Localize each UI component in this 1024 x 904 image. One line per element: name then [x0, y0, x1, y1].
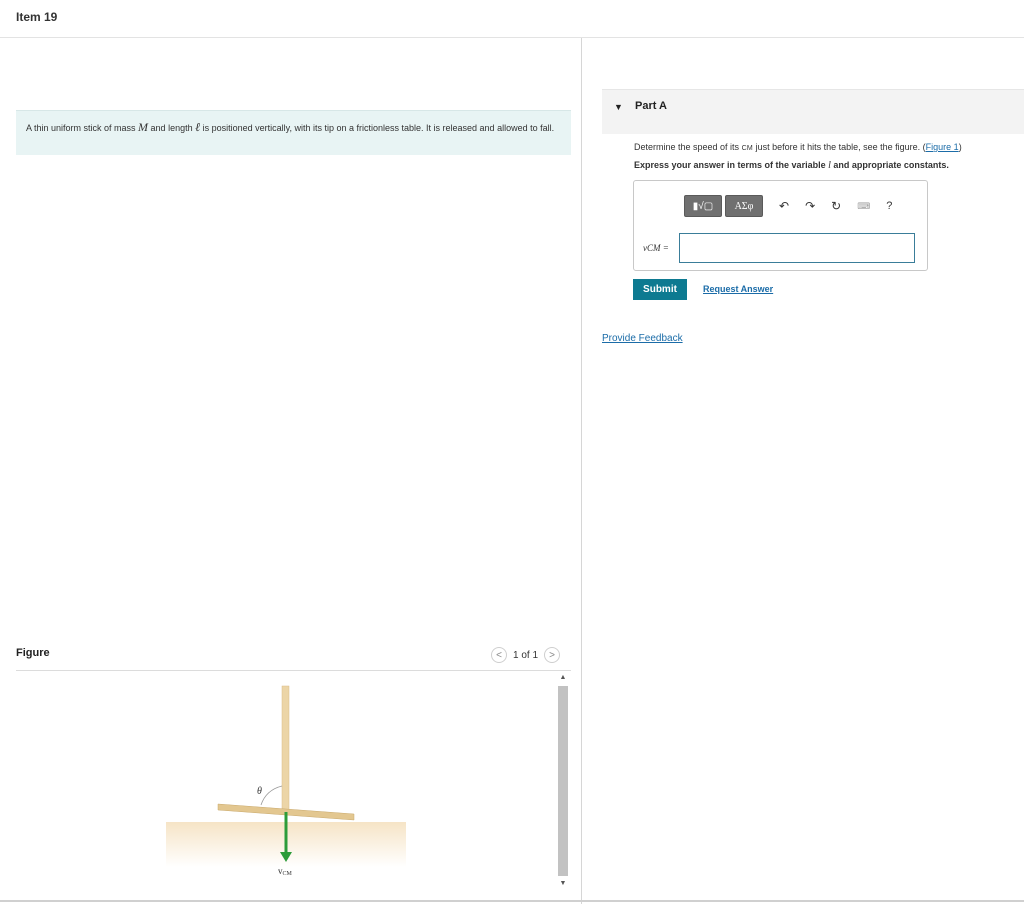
figure-page-count: 1 of 1 — [513, 649, 539, 661]
question-part: just before it hits the table, see the f… — [753, 142, 926, 152]
vcm-label: vCM = — [643, 243, 669, 253]
question-part: Determine the speed of its — [634, 142, 742, 152]
express-part: and appropriate constants. — [830, 160, 949, 170]
submit-button[interactable]: Submit — [633, 279, 687, 300]
scroll-down-arrow-icon[interactable]: ▼ — [557, 878, 569, 890]
next-figure-button[interactable]: > — [544, 647, 561, 663]
reset-icon[interactable]: ↻ — [831, 199, 841, 213]
problem-statement: A thin uniform stick of mass M and lengt… — [16, 110, 571, 155]
figure-divider — [16, 670, 571, 671]
item-title: Item 19 — [16, 10, 58, 24]
vertical-stick — [281, 685, 290, 815]
mass-variable: M — [138, 120, 149, 134]
math-toolbar: ▮√▢ ΑΣφ ↶ ↷ ↻ ⌨ ? — [684, 195, 892, 217]
question-part: ) — [958, 142, 962, 152]
question-text: Determine the speed of its CM just befor… — [634, 142, 962, 152]
caret-down-icon[interactable]: ▼ — [614, 102, 623, 112]
velocity-label: vCM — [278, 866, 293, 877]
part-a-header[interactable]: ▼ Part A — [602, 89, 1024, 134]
pane-divider[interactable] — [581, 38, 582, 904]
request-answer-link[interactable]: Request Answer — [703, 284, 773, 294]
problem-text: A thin uniform stick of mass — [26, 123, 139, 133]
bottom-border — [0, 900, 1024, 902]
templates-button[interactable]: ▮√▢ — [684, 195, 722, 217]
figure-scrollbar[interactable]: ▲ ▼ — [557, 672, 569, 892]
help-icon[interactable]: ? — [886, 200, 892, 212]
symbols-button[interactable]: ΑΣφ — [725, 195, 763, 217]
figure-pager: < 1 of 1 > — [491, 647, 561, 663]
keyboard-icon[interactable]: ⌨ — [857, 201, 870, 212]
cm-abbrev: CM — [741, 145, 754, 152]
answer-box: ▮√▢ ΑΣφ ↶ ↷ ↻ ⌨ ? vCM = — [633, 180, 928, 271]
header: Item 19 — [0, 0, 1024, 38]
figure-1-link[interactable]: Figure 1 — [926, 142, 959, 152]
angle-label: θ — [257, 786, 262, 797]
express-instruction: Express your answer in terms of the vari… — [634, 160, 949, 171]
undo-icon[interactable]: ↶ — [779, 199, 789, 213]
velocity-subscript: CM — [283, 871, 293, 877]
provide-feedback-link[interactable]: Provide Feedback — [602, 333, 683, 344]
prev-figure-button[interactable]: < — [491, 647, 507, 663]
problem-text: is positioned vertically, with its tip o… — [200, 123, 555, 133]
express-part: Express your answer in terms of the vari… — [634, 160, 829, 170]
part-a-title: Part A — [635, 100, 667, 112]
redo-icon[interactable]: ↷ — [805, 199, 815, 213]
angle-arc — [260, 785, 283, 806]
figure-image: θ vCM — [166, 685, 406, 877]
figure-label: Figure — [16, 647, 50, 659]
scroll-thumb[interactable] — [558, 686, 568, 876]
problem-text: and length — [148, 123, 196, 133]
scroll-up-arrow-icon[interactable]: ▲ — [557, 672, 569, 684]
answer-input[interactable] — [679, 233, 915, 263]
